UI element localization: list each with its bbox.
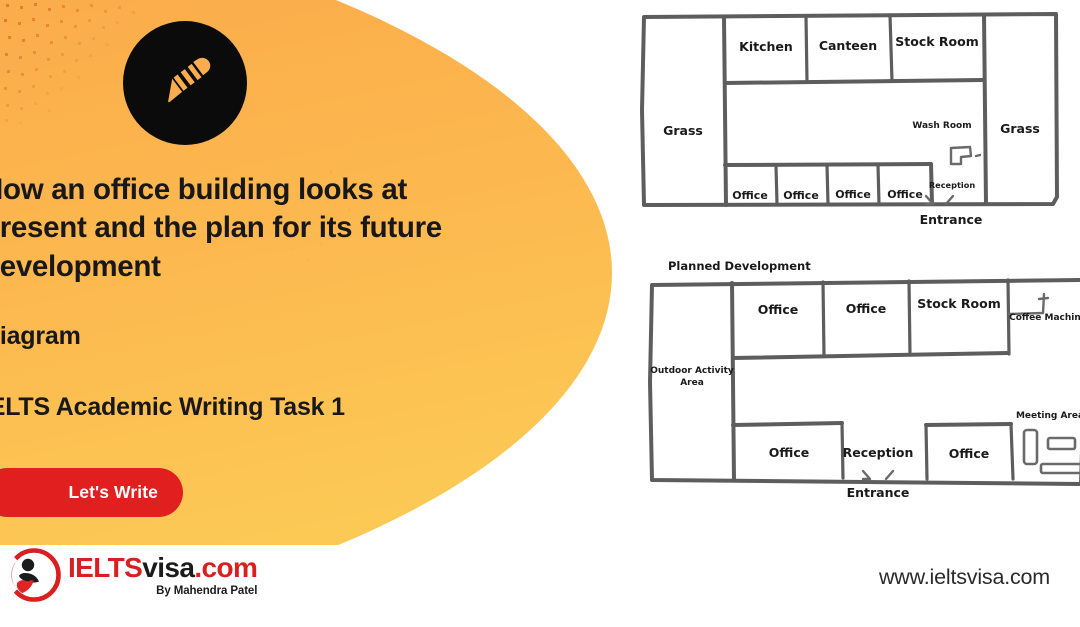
ieltsvisa-circle-logo-icon [5, 548, 61, 602]
brand-ielts: IELTS [68, 552, 143, 584]
brand-visa: visa [142, 552, 195, 584]
label-office-1: Office [732, 189, 768, 202]
label-office-bottom-1: Office [769, 445, 809, 460]
office-floor-plans: Grass Kitchen Canteen Stock Room Grass W… [640, 12, 1080, 500]
label-grass-right: Grass [1000, 121, 1040, 136]
lets-write-button[interactable]: Let's Write [0, 468, 183, 517]
label-office-top-1: Office [758, 302, 798, 317]
label-entrance: Entrance [920, 212, 983, 227]
page-title: How an office building looks at present … [0, 173, 442, 283]
brand-wordmark-line: IELTSvisa.com [68, 552, 258, 584]
label-grass-left: Grass [663, 123, 703, 138]
planned-development-caption: Planned Development [668, 259, 811, 273]
task-subject: Diagram [0, 322, 81, 350]
label-office-4: Office [887, 188, 923, 201]
label-outdoor-activity-line1: Outdoor Activity [650, 366, 734, 376]
label-reception: Reception [929, 180, 975, 190]
poster-root: How an office building looks at present … [0, 0, 1080, 627]
label-wash-room: Wash Room [912, 121, 971, 131]
task-type: IELTS Academic Writing Task 1 [0, 393, 345, 421]
label-office-3: Office [835, 188, 871, 201]
brand-com: .com [194, 552, 258, 584]
label-meeting-area: Meeting Area [1016, 411, 1080, 421]
label-office-2: Office [783, 189, 819, 202]
site-url: www.ieltsvisa.com [878, 565, 1050, 589]
label-entrance-planned: Entrance [847, 485, 910, 500]
label-canteen: Canteen [819, 38, 877, 53]
brand-byline: By Mahendra Patel [156, 585, 258, 598]
hero-panel: How an office building looks at present … [0, 0, 612, 545]
pencil-badge [123, 21, 247, 145]
present-floor-plan: Grass Kitchen Canteen Stock Room Grass W… [640, 12, 1059, 227]
pencil-icon [168, 57, 211, 103]
diagram-illustration: Grass Kitchen Canteen Stock Room Grass W… [620, 0, 1080, 530]
label-reception-planned: Reception [843, 445, 914, 460]
label-office-top-2: Office [846, 301, 886, 316]
label-coffee-machine: Coffee Machine [1009, 313, 1080, 323]
planned-floor-plan: Planned Development Outdoor Activity Are… [648, 259, 1080, 500]
brand-wordmark: IELTSvisa.com By Mahendra Patel [68, 552, 258, 598]
label-office-bottom-2: Office [949, 446, 989, 461]
label-outdoor-activity-line2: Area [680, 378, 704, 388]
brand-logo[interactable]: IELTSvisa.com By Mahendra Patel [5, 546, 258, 604]
label-stock-room-planned: Stock Room [917, 296, 1000, 311]
label-stock-room: Stock Room [895, 34, 978, 49]
label-kitchen: Kitchen [739, 39, 793, 54]
